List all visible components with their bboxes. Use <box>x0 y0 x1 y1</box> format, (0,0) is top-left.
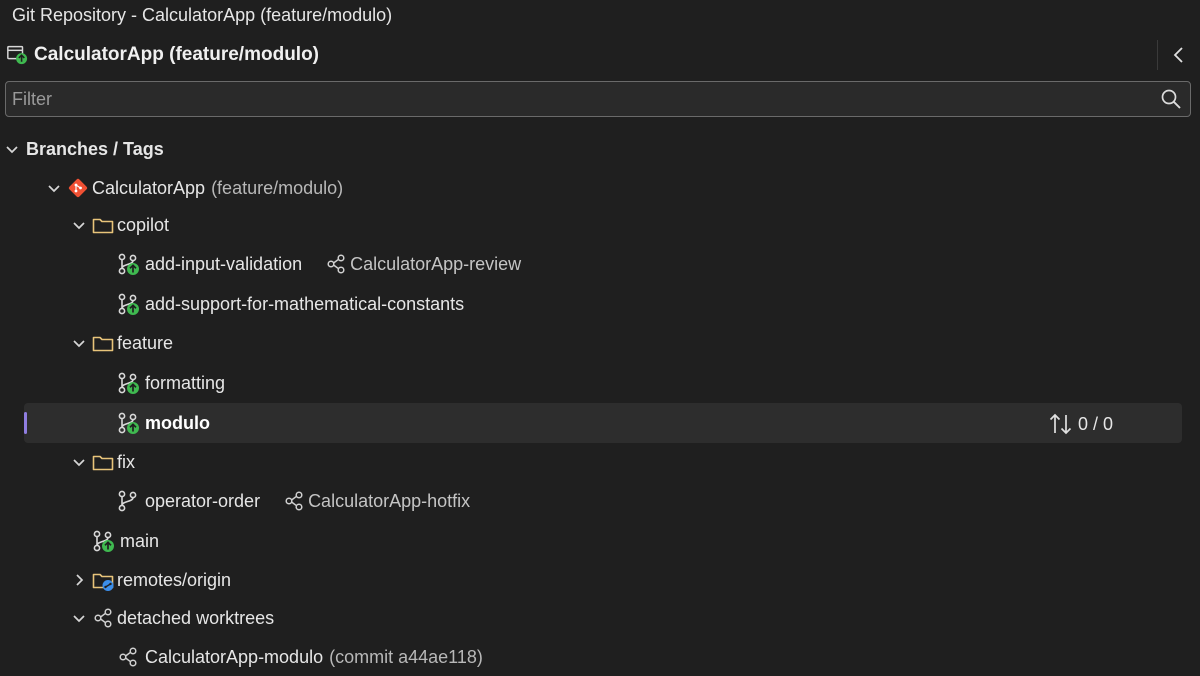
worktree-icon <box>285 491 303 511</box>
collapse-panel-button[interactable] <box>1166 42 1192 68</box>
git-logo-icon <box>66 176 90 200</box>
chevron-down-icon[interactable] <box>71 335 87 351</box>
branch-outgoing-icon <box>116 292 140 316</box>
worktree-icon <box>327 254 345 274</box>
sync-count: 0 / 0 <box>1078 413 1114 434</box>
filter-box <box>5 81 1191 117</box>
chevron-down-icon[interactable] <box>46 180 62 196</box>
folder-label: feature <box>117 332 174 353</box>
tree-folder-detached-worktrees[interactable]: detached worktrees <box>0 599 1200 637</box>
folder-label: fix <box>117 451 135 472</box>
branch-outgoing-icon <box>116 411 140 435</box>
repository-icon <box>6 43 28 65</box>
branch-outgoing-icon <box>116 371 140 395</box>
folder-icon <box>91 450 115 474</box>
search-icon[interactable] <box>1160 88 1182 110</box>
branch-formatting[interactable]: formatting <box>0 364 1200 402</box>
branch-label: add-support-for-mathematical-constants <box>145 293 465 314</box>
chevron-left-icon <box>1173 47 1183 63</box>
worktree-calculatorapp-modulo[interactable]: CalculatorApp-modulo (commit a44ae118) <box>0 638 1200 676</box>
repo-name: CalculatorApp <box>92 177 206 198</box>
chevron-down-icon[interactable] <box>4 141 20 157</box>
branch-label: add-input-validation <box>145 253 303 274</box>
worktree-label: CalculatorApp-review <box>350 253 522 274</box>
tree-folder-copilot[interactable]: copilot <box>0 206 1200 244</box>
branch-modulo[interactable]: modulo <box>0 404 1200 442</box>
folder-label: detached worktrees <box>117 607 275 628</box>
chevron-right-icon[interactable] <box>71 572 87 588</box>
branch-main[interactable]: main <box>0 522 1200 560</box>
worktree-icon <box>116 645 140 669</box>
tree-folder-remotes-origin[interactable]: remotes/origin <box>0 561 1200 599</box>
section-label: Branches / Tags <box>26 138 164 159</box>
header-divider <box>1157 40 1158 70</box>
branch-label: modulo <box>145 412 210 433</box>
branch-label: main <box>120 530 160 551</box>
branch-operator-order[interactable]: operator-order CalculatorApp-hotfix <box>0 482 1200 520</box>
chevron-down-icon[interactable] <box>71 610 87 626</box>
worktree-tag: CalculatorApp-hotfix <box>284 489 470 513</box>
repo-header: CalculatorApp (feature/modulo) <box>0 38 1200 72</box>
worktree-icon <box>91 606 115 630</box>
folder-icon <box>91 213 115 237</box>
repo-current-branch: (feature/modulo) <box>211 177 344 198</box>
branch-icon <box>116 489 140 513</box>
branch-label: formatting <box>145 372 226 393</box>
sync-status[interactable]: 0 / 0 <box>1048 411 1113 437</box>
tree-item-repo[interactable]: CalculatorApp (feature/modulo) <box>0 169 1200 207</box>
folder-icon <box>91 331 115 355</box>
folder-label: remotes/origin <box>117 569 232 590</box>
branch-outgoing-icon <box>91 529 115 553</box>
worktree-label: CalculatorApp-hotfix <box>308 490 471 511</box>
section-branches-tags[interactable]: Branches / Tags <box>0 130 1200 168</box>
filter-input[interactable] <box>12 84 1152 114</box>
repo-title: CalculatorApp (feature/modulo) <box>34 44 320 65</box>
branch-outgoing-icon <box>116 252 140 276</box>
branch-add-input-validation[interactable]: add-input-validation CalculatorApp-revie… <box>0 245 1200 283</box>
incoming-outgoing-icon <box>1049 413 1072 435</box>
worktree-tag: CalculatorApp-review <box>326 252 521 276</box>
chevron-down-icon[interactable] <box>71 454 87 470</box>
branch-label: operator-order <box>145 490 261 511</box>
remote-folder-icon <box>91 568 115 592</box>
worktree-commit: (commit a44ae118) <box>329 646 483 667</box>
folder-label: copilot <box>117 214 170 235</box>
worktree-label: CalculatorApp-modulo <box>145 646 324 667</box>
branch-add-support-for-mathematical-constants[interactable]: add-support-for-mathematical-constants <box>0 285 1200 323</box>
tree-folder-fix[interactable]: fix <box>0 443 1200 481</box>
window-title: Git Repository - CalculatorApp (feature/… <box>12 5 393 25</box>
tree-folder-feature[interactable]: feature <box>0 324 1200 362</box>
chevron-down-icon[interactable] <box>71 217 87 233</box>
